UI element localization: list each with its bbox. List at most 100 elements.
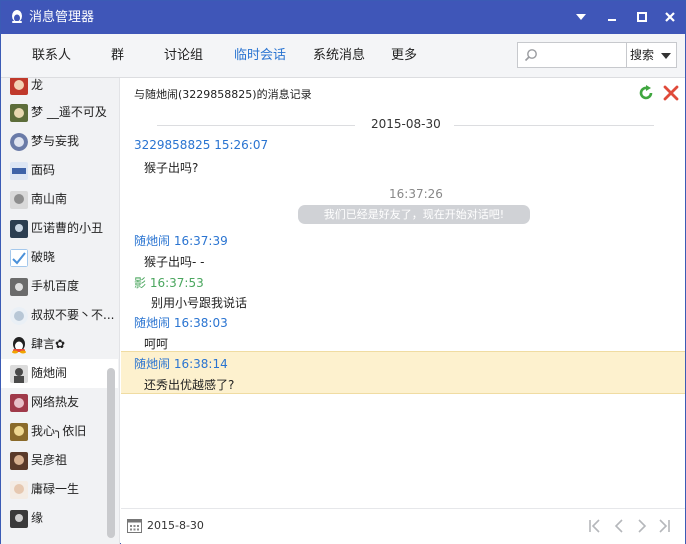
search-box (517, 42, 627, 68)
contact-item[interactable]: 梦与妄我 (1, 127, 118, 156)
message-sender: 3229858825 (134, 138, 211, 152)
separator-line (157, 125, 355, 126)
dropdown-icon[interactable] (573, 9, 589, 25)
contact-item[interactable]: 庸碌一生 (1, 475, 118, 504)
avatar (10, 510, 28, 528)
message-record-panel: 与随灺闹(3229858825)的消息记录 2015-08-30 3229858… (121, 78, 685, 544)
maximize-button[interactable] (634, 9, 650, 25)
contact-name: 南山南 (31, 192, 68, 206)
tab-groups[interactable]: 群 (111, 48, 124, 64)
contact-item[interactable]: 手机百度 (1, 272, 118, 301)
avatar (10, 278, 28, 296)
qq-penguin-icon (9, 9, 25, 25)
next-page-icon[interactable] (634, 518, 650, 537)
prev-page-icon[interactable] (611, 518, 627, 537)
message-time: 16:38:14 (173, 357, 228, 371)
avatar (10, 104, 28, 122)
message-header: 影 16:37:53 (134, 274, 204, 291)
message-text: 呵呵 (144, 337, 169, 351)
contact-name: 随灺闹 (31, 366, 68, 380)
search-input[interactable] (542, 45, 624, 65)
avatar (10, 452, 28, 470)
search-icon (524, 49, 537, 62)
avatar (10, 336, 28, 354)
message-sender: 影 (134, 276, 147, 290)
separator-line (454, 125, 654, 126)
tab-system-messages[interactable]: 系统消息 (313, 48, 365, 64)
last-page-icon[interactable] (656, 518, 672, 537)
record-footer: 2015-8-30 (121, 508, 685, 544)
message-time: 16:38:03 (173, 316, 228, 330)
nav-bar: 联系人 群 讨论组 临时会话 系统消息 更多 搜索 (1, 34, 685, 78)
calendar-icon[interactable] (127, 518, 142, 536)
contact-item[interactable]: 南山南 (1, 185, 118, 214)
contact-item[interactable]: 吴彦祖 (1, 446, 118, 475)
contact-item[interactable]: 龙 (1, 78, 118, 100)
message-text: 猴子出吗- - (144, 255, 205, 269)
message-header: 随灺闹 16:38:14 (134, 355, 228, 372)
contact-name: 吴彦祖 (31, 453, 68, 467)
contact-name: 叔叔不要丶不... (31, 308, 115, 322)
contact-item-active[interactable]: 随灺闹 (1, 359, 118, 388)
contact-item[interactable]: 网络热友 (1, 388, 118, 417)
tab-more[interactable]: 更多 (391, 48, 417, 64)
footer-date: 2015-8-30 (147, 519, 204, 532)
message-text: 还秀出优越感了? (144, 378, 235, 392)
search-button[interactable]: 搜索 (627, 42, 677, 68)
system-notice: 我们已经是好友了，现在开始对话吧! (298, 205, 530, 224)
contact-item[interactable]: 梦 __遥不可及 (1, 98, 118, 127)
avatar (10, 133, 28, 151)
first-page-icon[interactable] (587, 518, 603, 537)
message-text: 猴子出吗? (144, 161, 199, 175)
contact-name: 缘 (31, 511, 44, 525)
avatar (10, 162, 28, 180)
contact-item[interactable]: 肆言✿ (1, 330, 118, 359)
delete-icon[interactable] (662, 84, 680, 105)
contact-name: 手机百度 (31, 279, 80, 293)
message-header: 3229858825 15:26:07 (134, 138, 268, 152)
contact-list[interactable]: 龙 梦 __遥不可及 梦与妄我 面码 南山南 匹诺曹的小丑 破晓 手机百度 叔叔… (1, 78, 120, 544)
contact-item[interactable]: 缘 (1, 504, 118, 533)
message-time: 16:37:53 (149, 276, 204, 290)
contact-item[interactable]: 叔叔不要丶不... (1, 301, 118, 330)
message-time: 16:37:39 (173, 234, 228, 248)
message-sender: 随灺闹 (134, 316, 171, 330)
minimize-button[interactable] (604, 9, 620, 25)
avatar (10, 220, 28, 238)
message-text: 别用小号跟我说话 (151, 296, 248, 310)
avatar (10, 394, 28, 412)
contact-name: 梦与妄我 (31, 134, 80, 148)
contact-name: 面码 (31, 163, 56, 177)
message-manager-window: 消息管理器 联系人 群 讨论组 临时会话 系统消息 更多 搜索 龙 梦 __遥不… (0, 0, 686, 544)
search-button-label: 搜索 (630, 48, 655, 62)
contact-name: 龙 (31, 78, 44, 92)
date-separator: 2015-08-30 (121, 117, 685, 133)
tab-discussions[interactable]: 讨论组 (164, 48, 203, 64)
message-sender: 随灺闹 (134, 357, 171, 371)
contact-name: 肆言✿ (31, 337, 66, 351)
contact-name: 庸碌一生 (31, 482, 80, 496)
contact-name: 我心╮依旧 (31, 424, 87, 438)
window-title: 消息管理器 (29, 10, 95, 25)
contact-item[interactable]: 面码 (1, 156, 118, 185)
message-header: 随灺闹 16:37:39 (134, 232, 228, 249)
contact-name: 破晓 (31, 250, 56, 264)
avatar (10, 307, 28, 325)
avatar (10, 423, 28, 441)
contact-item[interactable]: 我心╮依旧 (1, 417, 118, 446)
avatar (10, 78, 28, 95)
system-notice-time: 16:37:26 (389, 187, 443, 201)
tab-contacts[interactable]: 联系人 (32, 48, 71, 64)
close-button[interactable] (662, 9, 678, 25)
contact-item[interactable]: 匹诺曹的小丑 (1, 214, 118, 243)
sidebar-scrollbar[interactable] (107, 368, 115, 538)
tab-temp-sessions[interactable]: 临时会话 (234, 48, 286, 64)
title-bar: 消息管理器 (1, 1, 685, 34)
record-title: 与随灺闹(3229858825)的消息记录 (134, 88, 312, 101)
search-dropdown-caret-icon[interactable] (661, 53, 671, 59)
message-time: 15:26:07 (214, 138, 269, 152)
contact-name: 网络热友 (31, 395, 80, 409)
refresh-icon[interactable] (637, 84, 655, 105)
message-sender: 随灺闹 (134, 234, 171, 248)
contact-item[interactable]: 破晓 (1, 243, 118, 272)
